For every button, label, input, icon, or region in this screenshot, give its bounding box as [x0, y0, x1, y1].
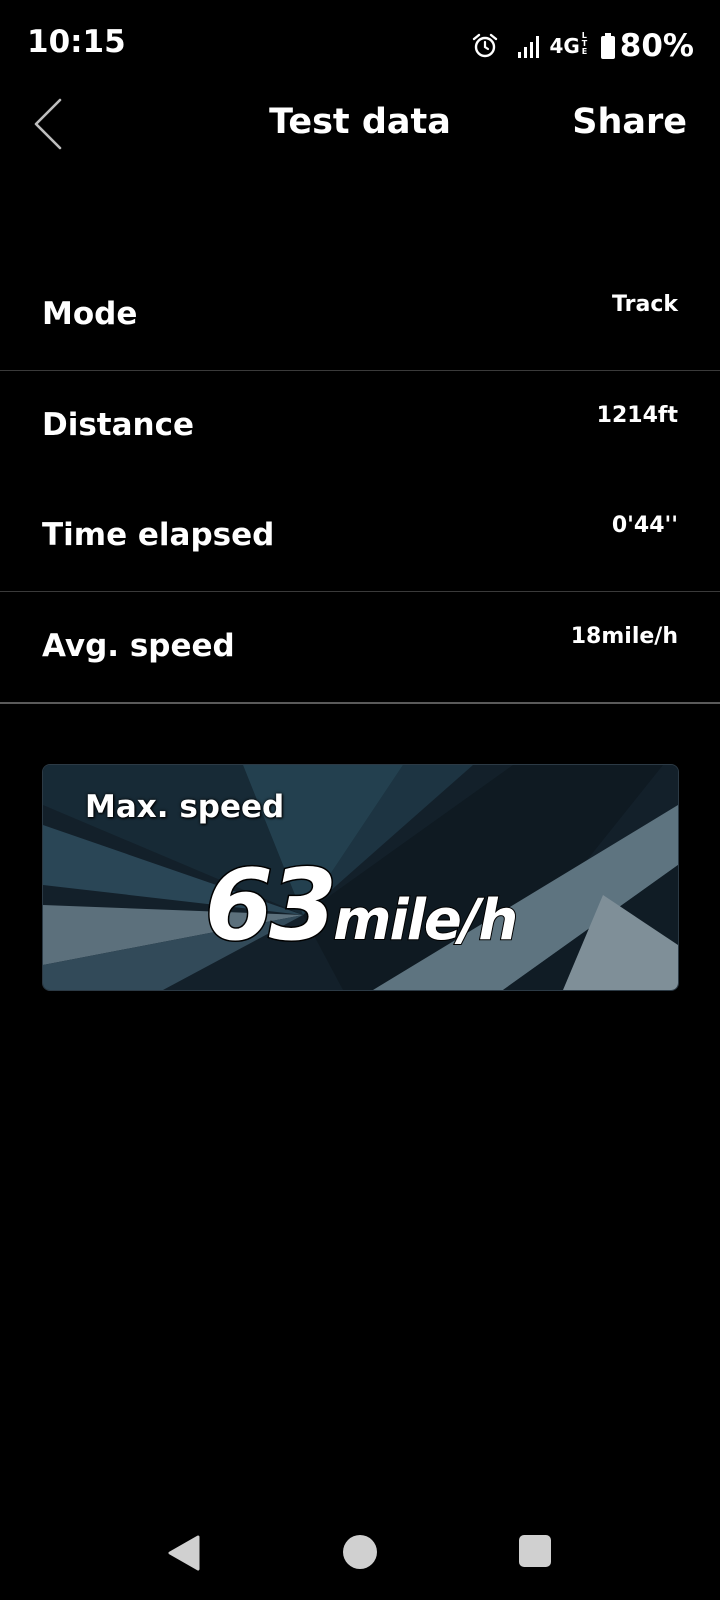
- status-icons: 4G LTE 80%: [471, 26, 694, 66]
- distance-row: Distance 1214ft: [0, 371, 720, 481]
- system-nav-bar: [0, 1500, 720, 1600]
- network-sub-label: LTE: [581, 31, 588, 56]
- battery-percentage: 80%: [619, 28, 694, 64]
- nav-home-icon[interactable]: [342, 1534, 378, 1570]
- mode-label: Mode: [42, 296, 138, 332]
- network-label: 4G: [549, 34, 580, 58]
- max-speed-label: Max. speed: [85, 789, 285, 825]
- status-time: 10:15: [27, 24, 126, 60]
- alarm-icon: [473, 33, 498, 58]
- section-divider: [0, 702, 720, 704]
- max-speed-value: 63mile/h: [43, 848, 678, 965]
- distance-value: 1214ft: [596, 403, 678, 428]
- nav-recent-icon[interactable]: [518, 1534, 552, 1568]
- distance-label: Distance: [42, 407, 195, 443]
- mode-row: Mode Track: [0, 260, 720, 370]
- time-elapsed-label: Time elapsed: [42, 517, 275, 553]
- avg-speed-value: 18mile/h: [570, 624, 678, 649]
- avg-speed-label: Avg. speed: [42, 628, 235, 664]
- share-button[interactable]: Share: [572, 102, 687, 142]
- time-elapsed-row: Time elapsed 0'44'': [0, 481, 720, 591]
- status-bar: 10:15 4G LTE 80%: [0, 0, 720, 90]
- test-data-list: Mode Track Distance 1214ft Time elapsed …: [0, 260, 720, 704]
- nav-back-icon[interactable]: [166, 1534, 202, 1572]
- max-speed-number: 63: [203, 848, 338, 965]
- time-elapsed-value: 0'44'': [611, 513, 678, 538]
- battery-icon: [600, 33, 615, 59]
- mode-value: Track: [612, 292, 678, 317]
- avg-speed-row: Avg. speed 18mile/h: [0, 592, 720, 702]
- max-speed-card: Max. speed 63mile/h: [42, 764, 679, 991]
- signal-icon: [518, 36, 540, 58]
- max-speed-unit: mile/h: [332, 887, 519, 954]
- app-header: Test data Share: [0, 90, 720, 160]
